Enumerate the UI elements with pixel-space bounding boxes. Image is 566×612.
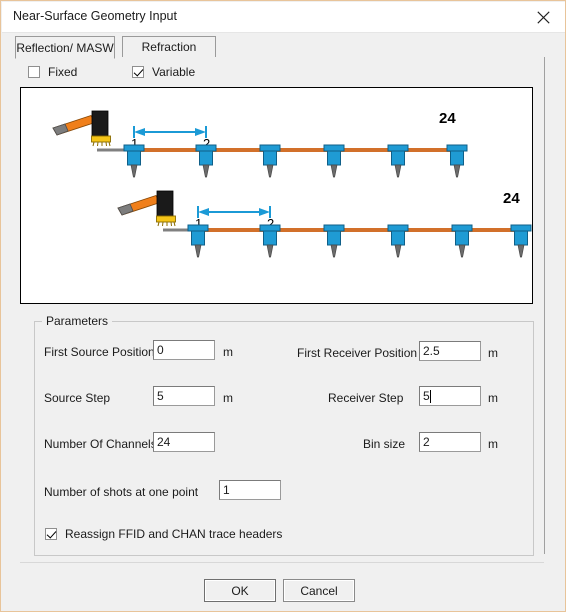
input-source-step[interactable] [153,386,215,406]
ok-button-label: OK [231,583,249,598]
unit-bin-size: m [488,437,498,451]
checkbox-variable-label: Variable [152,65,196,79]
label-source-step: Source Step [44,391,111,405]
checkbox-fixed-label: Fixed [48,65,78,79]
bottom-separator [20,562,544,563]
unit-receiver-step: m [488,391,498,405]
unit-source-step: m [223,391,233,405]
checkbox-fixed[interactable]: Fixed [28,65,77,79]
label-first-receiver-position: First Receiver Position [297,346,418,360]
geometry-diagram: 1 2 24 1 2 24 [20,87,533,304]
checkbox-variable[interactable]: Variable [132,65,195,79]
near-surface-geometry-dialog: Near-Surface Geometry Input Reflection/ … [0,0,566,612]
ok-button[interactable]: OK [204,579,276,602]
cancel-button[interactable]: Cancel [283,579,355,602]
svg-text:24: 24 [503,190,520,207]
checkbox-reassign-headers-box[interactable] [45,528,57,540]
label-number-of-channels: Number Of Channels [44,437,157,451]
input-number-of-channels[interactable] [153,432,215,452]
input-first-source-position[interactable] [153,340,215,360]
input-first-receiver-position[interactable] [419,341,481,361]
tab-reflection-masw-label: Reflection/ MASW [16,40,114,55]
cancel-button-label: Cancel [300,583,338,598]
tab-refraction[interactable]: Refraction [122,36,216,57]
checkbox-variable-box[interactable] [132,66,144,78]
checkbox-reassign-headers[interactable]: Reassign FFID and CHAN trace headers [45,527,282,541]
checkbox-reassign-headers-label: Reassign FFID and CHAN trace headers [65,527,283,541]
right-edge-divider [544,57,545,554]
unit-first-source-position: m [223,345,233,359]
title-bar: Near-Surface Geometry Input [2,2,565,33]
parameters-group-label: Parameters [42,314,113,328]
label-number-of-shots: Number of shots at one point [44,485,199,499]
label-first-source-position: First Source Position [44,345,155,359]
checkbox-fixed-box[interactable] [28,66,40,78]
input-receiver-step[interactable] [419,386,481,406]
svg-text:24: 24 [439,110,456,127]
input-bin-size[interactable] [419,432,481,452]
input-number-of-shots[interactable] [219,480,281,500]
label-receiver-step: Receiver Step [328,391,404,405]
unit-first-receiver-position: m [488,346,498,360]
label-bin-size: Bin size [363,437,406,451]
close-icon[interactable] [526,4,560,30]
text-caret [430,390,431,403]
tab-reflection-masw[interactable]: Reflection/ MASW [15,36,115,59]
tab-strip: Reflection/ MASW Refraction [15,36,555,59]
window-title: Near-Surface Geometry Input [13,9,177,23]
tab-refraction-label: Refraction [141,40,197,54]
